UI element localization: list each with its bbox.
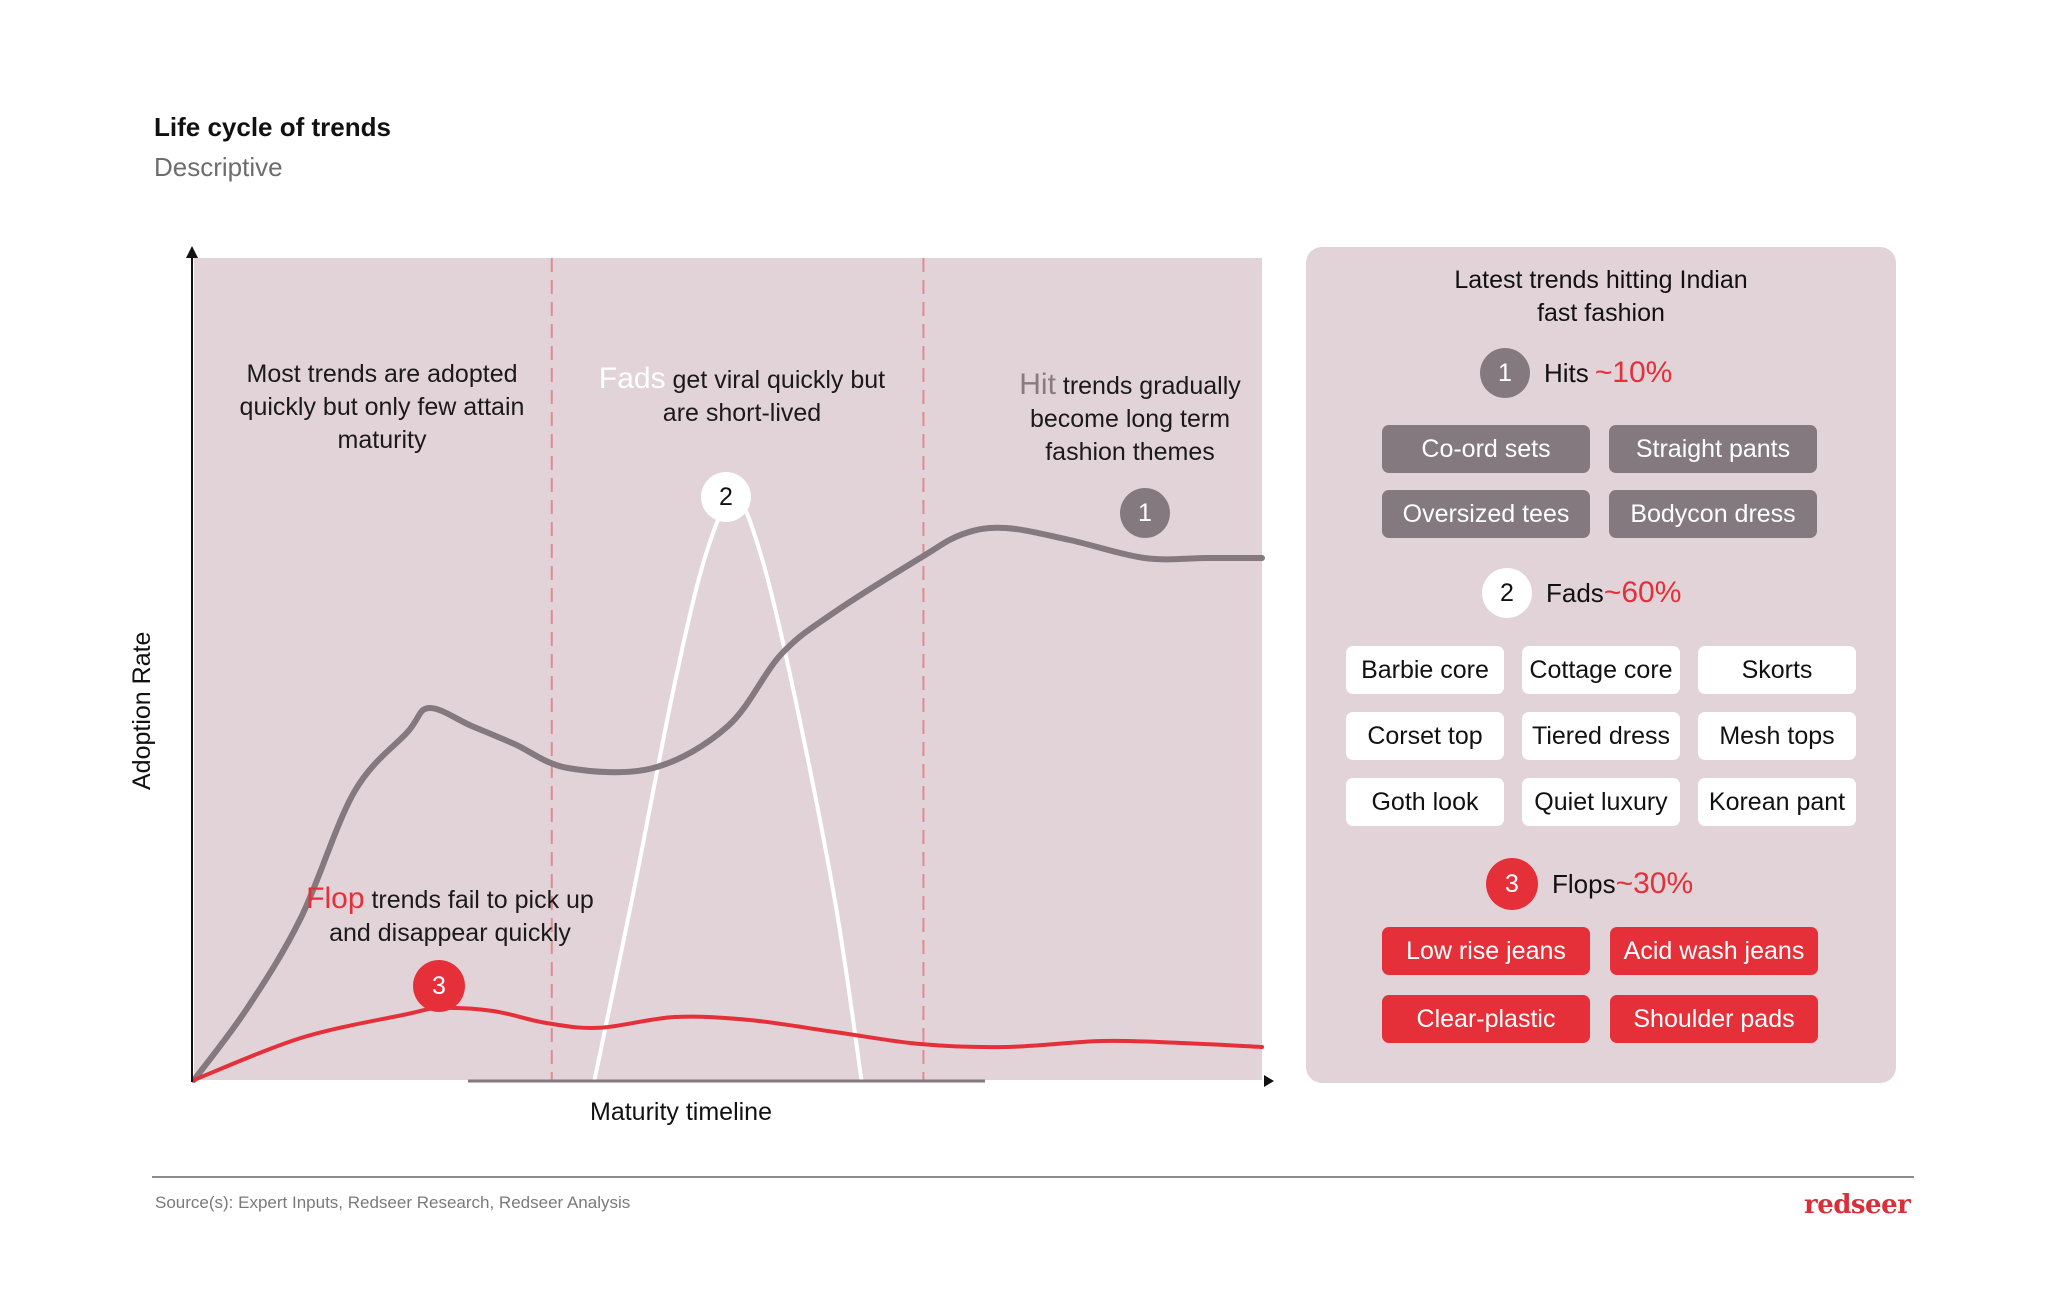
flop-trend-badge: Low rise jeans: [1382, 927, 1590, 975]
flop-trend-badge: Clear-plastic: [1382, 995, 1590, 1043]
hit-highlight: Hit: [1019, 368, 1056, 401]
flop-highlight: Flop: [306, 882, 365, 915]
panel-title: Latest trends hitting Indian fast fashio…: [1454, 266, 1748, 327]
flop-trend-badge: Shoulder pads: [1610, 995, 1818, 1043]
fad-trend-badge: Quiet luxury: [1522, 778, 1680, 826]
hit-marker: 1: [1120, 488, 1170, 538]
fads-heading: 2 Fads ~60%: [1482, 568, 1681, 618]
annotation-fads: Fads get viral quickly but are short-liv…: [598, 362, 886, 427]
fads-number-icon: 2: [1482, 568, 1532, 618]
fads-share: ~60%: [1603, 576, 1682, 609]
annotation-hit: Hit trends gradually become long term fa…: [1019, 368, 1241, 466]
flops-share: ~30%: [1615, 867, 1694, 900]
y-axis-label: Adoption Rate: [128, 631, 156, 790]
fads-highlight: Fads: [598, 362, 666, 395]
redseer-logo: redseer: [1804, 1190, 1911, 1220]
hit-trend-badge: Oversized tees: [1382, 490, 1590, 538]
hit-trend-badge: Co-ord sets: [1382, 425, 1590, 473]
fad-trend-badge: Cottage core: [1522, 646, 1680, 694]
annotation-general: Most trends are adopted quickly but only…: [239, 360, 525, 454]
flops-heading: 3 Flops ~30%: [1486, 858, 1693, 910]
x-axis-arrow-icon: [1264, 1075, 1274, 1087]
fad-trend-badge: Skorts: [1698, 646, 1856, 694]
flops-number-icon: 3: [1486, 858, 1538, 910]
fad-trend-badge: Corset top: [1346, 712, 1504, 760]
fad-marker: 2: [701, 472, 751, 522]
fad-trend-badge: Korean pant: [1698, 778, 1856, 826]
hits-share: ~10%: [1594, 356, 1673, 389]
hits-heading: 1 Hits ~10%: [1480, 348, 1672, 398]
flop-trend-badge: Acid wash jeans: [1610, 927, 1818, 975]
fad-trend-badge: Tiered dress: [1522, 712, 1680, 760]
hit-trend-badge: Straight pants: [1609, 425, 1817, 473]
fad-trend-badge: Goth look: [1346, 778, 1504, 826]
fad-trend-badge: Mesh tops: [1698, 712, 1856, 760]
footer-divider: [152, 1176, 1914, 1178]
hits-number-icon: 1: [1480, 348, 1530, 398]
annotation-flop: Flop trends fail to pick up and disappea…: [306, 882, 594, 947]
fad-trend-badge: Barbie core: [1346, 646, 1504, 694]
flop-marker: 3: [413, 960, 465, 1012]
y-axis-arrow-icon: [186, 246, 198, 258]
source-note: Source(s): Expert Inputs, Redseer Resear…: [155, 1193, 631, 1212]
x-axis-label: Maturity timeline: [590, 1098, 772, 1126]
hit-trend-badge: Bodycon dress: [1609, 490, 1817, 538]
